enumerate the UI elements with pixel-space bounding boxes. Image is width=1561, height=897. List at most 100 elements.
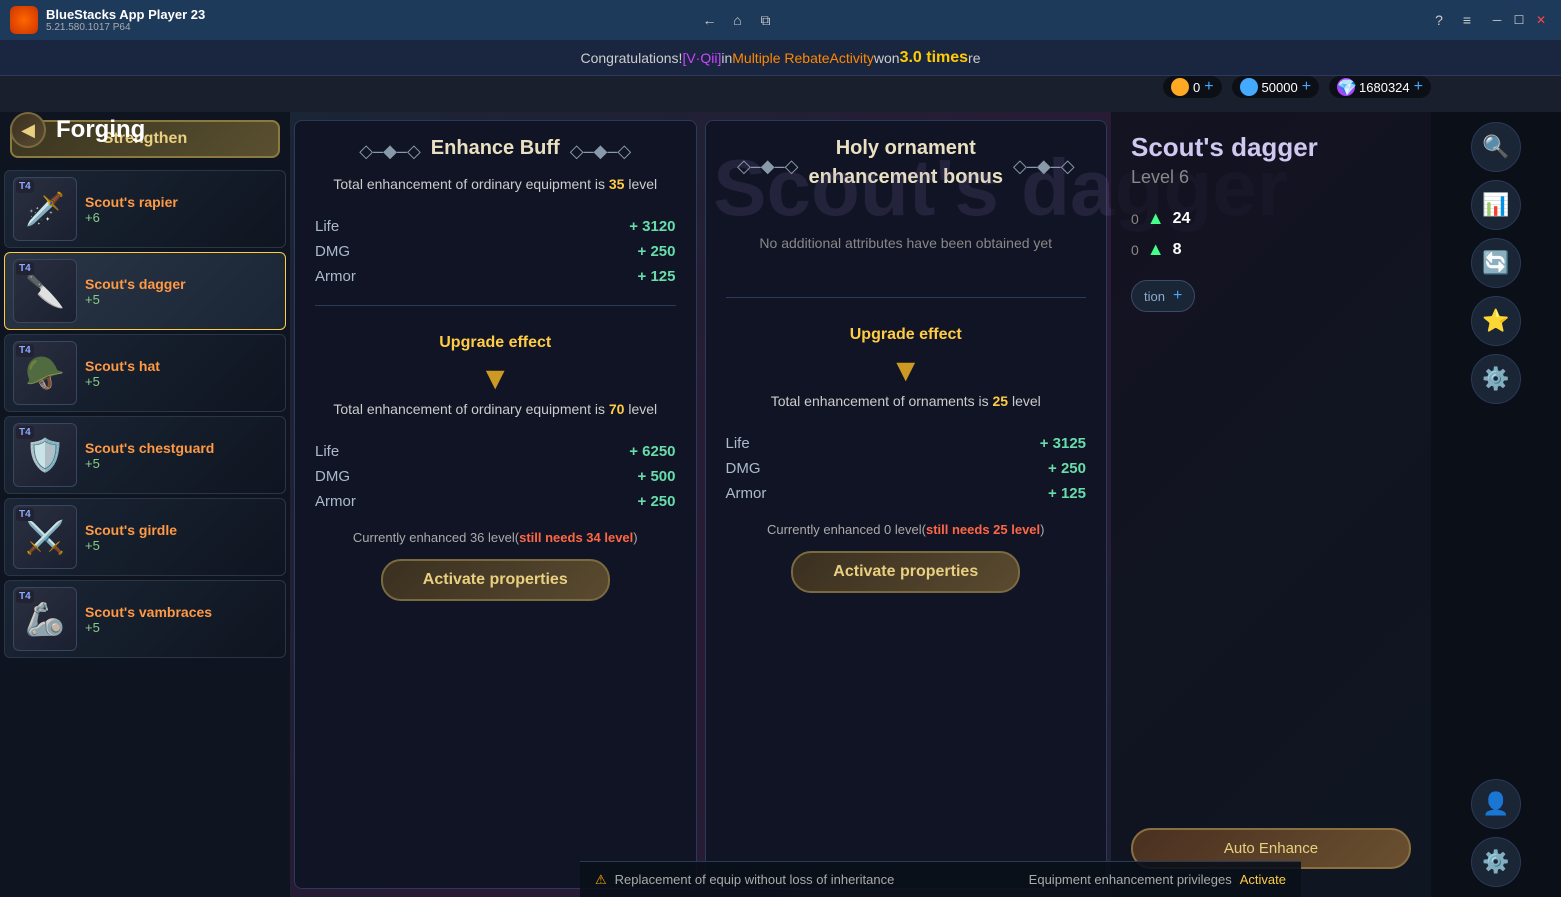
app-info: BlueStacks App Player 23 5.21.580.1017 P… [46, 7, 700, 33]
holy-upgrade-desc: Total enhancement of ornaments is 25 lev… [726, 393, 1087, 409]
bottom-activate-link[interactable]: Activate [1240, 872, 1286, 887]
right-icon-star[interactable]: ⭐ [1471, 296, 1521, 346]
maximize-button[interactable]: ☐ [1509, 10, 1529, 30]
enhance-upgrade-desc: Total enhancement of ordinary equipment … [315, 401, 676, 417]
coin1-add-button[interactable]: + [1204, 78, 1213, 96]
rapier-info: Scout's rapier +6 [85, 194, 277, 225]
right-icon-settings[interactable]: ⚙️ [1471, 354, 1521, 404]
announcement-suffix: re [968, 50, 980, 66]
equipment-item-vambraces[interactable]: T4 🦾 Scout's vambraces +5 [4, 580, 286, 658]
warning-icon: ⚠ [595, 872, 607, 888]
vambraces-level: +5 [85, 620, 277, 635]
right-icon-config[interactable]: ⚙️ [1471, 837, 1521, 887]
holy-ornament-panel: ◇–◆–◇ Holy ornament enhancement bonus ◇–… [705, 120, 1108, 889]
enhance-ulife-value: + 6250 [629, 443, 675, 460]
dagger-info: Scout's dagger +5 [85, 276, 277, 307]
enhance-separator [315, 305, 676, 306]
dagger-icon-wrapper: T4 🔪 [13, 259, 77, 323]
back-button[interactable]: ◀ [10, 112, 46, 148]
hat-icon: 🪖 [25, 354, 65, 392]
enhance-udmg-value: + 500 [638, 468, 676, 485]
announcement-prefix: Congratulations! [581, 50, 683, 66]
girdle-level: +5 [85, 538, 277, 553]
enhance-dmg-value: + 250 [638, 243, 676, 260]
chestguard-info: Scout's chestguard +5 [85, 440, 277, 471]
bottom-bar: ⚠ Replacement of equip without loss of i… [580, 861, 1301, 897]
hat-level: +5 [85, 374, 277, 389]
help-icon[interactable]: ? [1429, 10, 1449, 30]
tab-nav-icon[interactable]: ⧉ [756, 10, 776, 30]
holy-uarmor-label: Armor [726, 485, 767, 502]
enhance-dmg-row: DMG + 250 [315, 243, 676, 260]
announcement-won: won [874, 50, 900, 66]
bottom-privilege-text: Equipment enhancement privileges [1029, 872, 1232, 887]
menu-icon[interactable]: ≡ [1457, 10, 1477, 30]
equipment-item-chestguard[interactable]: T4 🛡️ Scout's chestguard +5 [4, 416, 286, 494]
enhance-life-label: Life [315, 218, 339, 235]
vambraces-tier: T4 [16, 590, 34, 603]
page-header: ◀ Forging [10, 112, 145, 148]
enhance-life-value: + 3120 [629, 218, 675, 235]
enhance-upgrade-arrow: ▼ [315, 360, 676, 397]
holy-udmg-row: DMG + 250 [726, 460, 1087, 477]
equipment-item-hat[interactable]: T4 🪖 Scout's hat +5 [4, 334, 286, 412]
back-nav-icon[interactable]: ← [700, 10, 720, 30]
equipment-item-rapier[interactable]: T4 🗡️ Scout's rapier +6 [4, 170, 286, 248]
forging-equip-name: Scout's dagger [1131, 132, 1411, 163]
holy-title2: enhancement bonus [809, 166, 1003, 189]
equipment-item-girdle[interactable]: T4 ⚔️ Scout's girdle +5 [4, 498, 286, 576]
left-sidebar: Strengthen T4 🗡️ Scout's rapier +6 T4 🔪 [0, 112, 290, 897]
forging-stat2-row: 0 ▲ 8 [1131, 239, 1411, 260]
chestguard-name: Scout's chestguard [85, 440, 277, 456]
coin2-icon [1240, 78, 1258, 96]
enhance-ulife-label: Life [315, 443, 339, 460]
girdle-name: Scout's girdle [85, 522, 277, 538]
right-icon-chart[interactable]: 📊 [1471, 180, 1521, 230]
close-button[interactable]: ✕ [1531, 10, 1551, 30]
holy-separator [726, 297, 1087, 298]
page-title: Forging [56, 116, 145, 144]
enhance-dmg-label: DMG [315, 243, 350, 260]
holy-upgrade-stats: Life + 3125 DMG + 250 Armor + 125 [726, 435, 1087, 510]
enhance-life-row: Life + 3120 [315, 218, 676, 235]
right-icon-user[interactable]: 👤 [1471, 779, 1521, 829]
home-nav-icon[interactable]: ⌂ [728, 10, 748, 30]
gem-value: 1680324 [1359, 80, 1410, 95]
forging-equip-level: Level 6 [1131, 167, 1411, 188]
right-icon-refresh[interactable]: 🔄 [1471, 238, 1521, 288]
holy-current-status: Currently enhanced 0 level(still needs 2… [767, 522, 1045, 537]
main-layout: Strengthen T4 🗡️ Scout's rapier +6 T4 🔪 [0, 112, 1561, 897]
enhance-udmg-row: DMG + 500 [315, 468, 676, 485]
holy-title-line: ◇–◆–◇ Holy ornament enhancement bonus ◇–… [726, 137, 1087, 195]
right-icon-search[interactable]: 🔍 [1471, 122, 1521, 172]
rapier-tier: T4 [16, 180, 34, 193]
holy-upgrade-section: Upgrade effect ▼ Total enhancement of or… [726, 326, 1087, 425]
add-slot-button[interactable]: tion + [1131, 280, 1195, 312]
enhance-title: Enhance Buff [431, 137, 560, 160]
minimize-button[interactable]: ─ [1487, 10, 1507, 30]
rapier-name: Scout's rapier [85, 194, 277, 210]
enhance-uarmor-row: Armor + 250 [315, 493, 676, 510]
equipment-item-dagger[interactable]: T4 🔪 Scout's dagger +5 [4, 252, 286, 330]
enhance-current-status: Currently enhanced 36 level(still needs … [353, 530, 638, 545]
vambraces-name: Scout's vambraces [85, 604, 277, 620]
enhance-activate-button[interactable]: Activate properties [381, 559, 610, 601]
gem-add-button[interactable]: + [1414, 78, 1423, 96]
enhance-deco-right: ◇–◆–◇ [570, 141, 632, 162]
announcement-bar: Congratulations! [V·Qii] in Multiple Reb… [0, 40, 1561, 76]
enhance-armor-label: Armor [315, 268, 356, 285]
hat-name: Scout's hat [85, 358, 277, 374]
holy-uarmor-value: + 125 [1048, 485, 1086, 502]
holy-udmg-value: + 250 [1048, 460, 1086, 477]
chestguard-level: +5 [85, 456, 277, 471]
enhance-buff-panel: ◇–◆–◇ Enhance Buff ◇–◆–◇ Total enhanceme… [294, 120, 697, 889]
coin2-add-button[interactable]: + [1302, 78, 1311, 96]
holy-uarmor-row: Armor + 125 [726, 485, 1087, 502]
currency-bar: 0 + 50000 + 💎 1680324 + [1163, 76, 1431, 98]
holy-activate-button[interactable]: Activate properties [791, 551, 1020, 593]
vambraces-icon: 🦾 [25, 600, 65, 638]
holy-ulife-row: Life + 3125 [726, 435, 1087, 452]
enhance-upgrade-stats: Life + 6250 DMG + 500 Armor + 250 [315, 443, 676, 518]
hat-info: Scout's hat +5 [85, 358, 277, 389]
bottom-privilege: Equipment enhancement privileges Activat… [1029, 872, 1286, 887]
